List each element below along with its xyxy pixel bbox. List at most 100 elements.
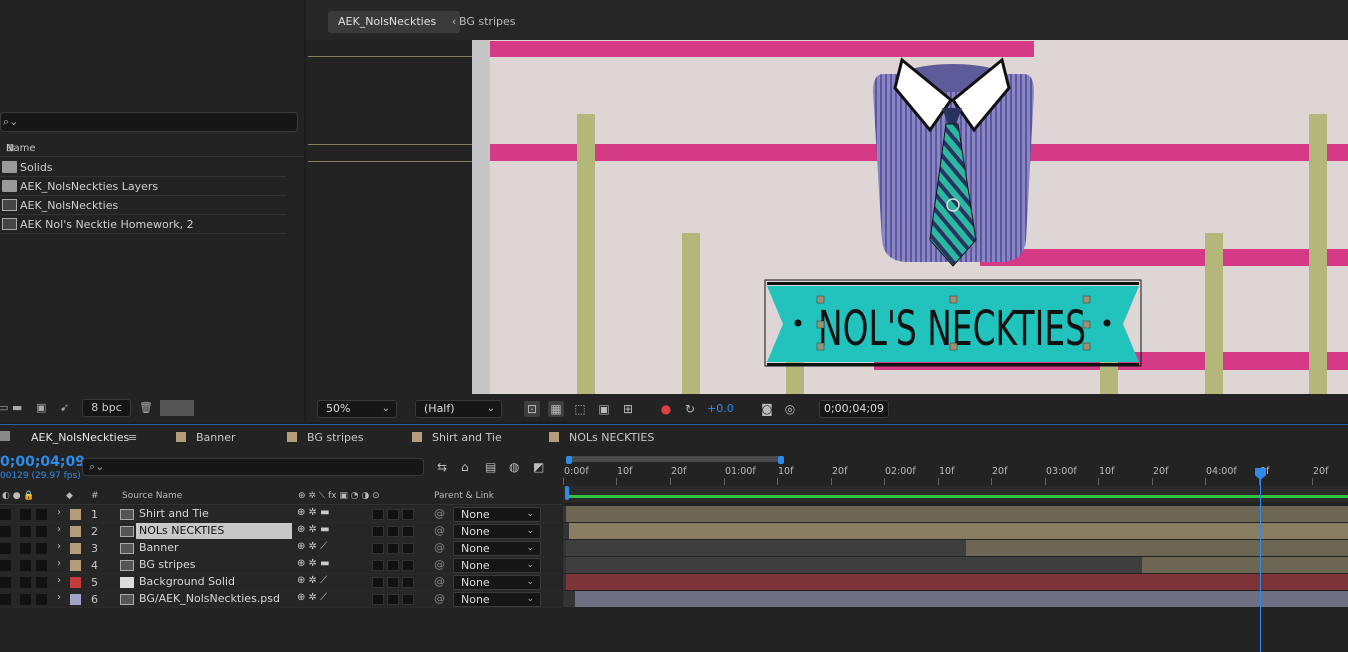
layer-row[interactable]: › 5 Background Solid ⊕ ✲ ⟋ @ None ⌄ (0, 574, 562, 591)
lock-toggle[interactable] (36, 543, 47, 554)
audio-toggle[interactable] (20, 577, 31, 588)
interpret-footage-icon[interactable]: ▭ (0, 401, 8, 414)
switch-box[interactable] (402, 594, 414, 605)
layer-row[interactable]: › 2 NOLs NECKTIES ⊕ ✲ ▬ @ None ⌄ (0, 523, 562, 540)
timeline-tab-active[interactable]: AEK_NolsNeckties (31, 431, 129, 444)
composition-canvas[interactable]: NOL'S NECKTIES (490, 40, 1348, 394)
switch-box[interactable] (372, 594, 384, 605)
label-color-swatch[interactable] (70, 509, 81, 520)
trash-icon[interactable]: 🗑 (139, 401, 153, 414)
switch-box[interactable] (372, 526, 384, 537)
audio-toggle[interactable] (20, 509, 31, 520)
layer-source-name[interactable]: NOLs NECKTIES (136, 523, 292, 539)
label-color-swatch[interactable] (70, 594, 81, 605)
project-item[interactable]: AEK_NolsNeckties Layers (0, 177, 286, 196)
label-color-swatch[interactable] (70, 560, 81, 571)
layer-duration-bar[interactable] (566, 540, 966, 556)
project-search-input[interactable]: ⌕⌄ (0, 112, 298, 132)
parent-dropdown[interactable]: None ⌄ (453, 575, 541, 590)
switch-box[interactable] (402, 543, 414, 554)
parent-dropdown[interactable]: None ⌄ (453, 558, 541, 573)
project-item[interactable]: AEK_NolsNeckties (0, 196, 286, 215)
label-color-swatch[interactable] (70, 543, 81, 554)
layer-row[interactable]: › 3 Banner ⊕ ✲ ⟋ @ None ⌄ (0, 540, 562, 557)
switch-box[interactable] (372, 543, 384, 554)
label-color-swatch[interactable] (70, 577, 81, 588)
switch-box[interactable] (402, 509, 414, 520)
parent-dropdown[interactable]: None ⌄ (453, 592, 541, 607)
channels-icon[interactable]: ● (658, 401, 674, 417)
pick-whip-icon[interactable]: @ (434, 541, 445, 554)
transparency-grid-icon[interactable]: ▦ (548, 401, 564, 417)
label-color-swatch[interactable] (70, 526, 81, 537)
pick-whip-icon[interactable]: @ (434, 558, 445, 571)
timeline-tab-bg-stripes[interactable]: BG stripes (287, 431, 363, 444)
parent-dropdown[interactable]: None ⌄ (453, 507, 541, 522)
switch-box[interactable] (387, 509, 399, 520)
viewer-tab-bg-stripes[interactable]: BG stripes (459, 11, 515, 33)
timeline-current-time[interactable]: 0;00;04;09 (0, 454, 85, 470)
viewer-tab-active[interactable]: AEK_NolsNeckties ‹ (328, 11, 461, 33)
show-snapshot-icon[interactable]: ◎ (782, 401, 798, 417)
layer-source-name[interactable]: Banner (136, 540, 292, 556)
pick-whip-icon[interactable]: @ (434, 524, 445, 537)
motion-blur-icon[interactable]: ◩ (533, 460, 544, 474)
work-area-start-handle[interactable] (566, 456, 572, 464)
layer-source-name[interactable]: Background Solid (136, 574, 292, 590)
layer-switches[interactable]: ⊕ ✲ ▬ (297, 558, 330, 569)
switch-box[interactable] (402, 577, 414, 588)
work-area-bar[interactable] (566, 456, 784, 464)
timeline-search-input[interactable]: ⌕⌄ (82, 458, 424, 476)
lock-toggle[interactable] (36, 560, 47, 571)
timeline-tab-banner[interactable]: Banner (176, 431, 236, 444)
pick-whip-icon[interactable]: @ (434, 592, 445, 605)
video-toggle[interactable] (0, 509, 11, 520)
project-column-header[interactable]: Name ⊞ (0, 141, 304, 157)
layer-duration-bar[interactable] (569, 523, 1348, 539)
layer-row[interactable]: › 4 BG stripes ⊕ ✲ ▬ @ None ⌄ (0, 557, 562, 574)
switch-box[interactable] (387, 526, 399, 537)
chevron-right-icon[interactable]: › (57, 592, 61, 603)
zoom-dropdown[interactable]: 50% ⌄ (317, 400, 397, 418)
layer-source-name[interactable]: Shirt and Tie (136, 506, 292, 522)
lock-toggle[interactable] (36, 577, 47, 588)
lock-toggle[interactable] (36, 594, 47, 605)
column-source-name[interactable]: Source Name (122, 491, 182, 501)
chevron-right-icon[interactable]: › (57, 507, 61, 518)
composition-mini-flowchart-icon[interactable]: ⇆ (437, 460, 447, 474)
layer-duration-bar[interactable] (966, 540, 1348, 556)
layer-switches[interactable]: ⊕ ✲ ▬ (297, 524, 330, 535)
pick-whip-icon[interactable]: @ (434, 575, 445, 588)
project-item[interactable]: AEK Nol's Necktie Homework, 2 (0, 215, 286, 234)
lock-toggle[interactable] (36, 526, 47, 537)
render-queue-icon[interactable]: ➹ (60, 401, 69, 414)
chevron-right-icon[interactable]: › (57, 524, 61, 535)
chevron-left-icon[interactable]: ‹ (452, 11, 456, 33)
layer-source-name[interactable]: BG stripes (136, 557, 292, 573)
parent-dropdown[interactable]: None ⌄ (453, 524, 541, 539)
audio-toggle[interactable] (20, 526, 31, 537)
layer-duration-bar[interactable] (566, 506, 1348, 522)
flowchart-icon[interactable]: ⊞ (6, 143, 300, 154)
switch-box[interactable] (402, 560, 414, 571)
column-parent-link[interactable]: Parent & Link (434, 491, 494, 501)
bit-depth-button[interactable]: 8 bpc (82, 399, 131, 417)
project-item[interactable]: Solids (0, 158, 286, 177)
region-of-interest-icon[interactable]: ▣ (596, 401, 612, 417)
layer-switches[interactable]: ⊕ ✲ ▬ (297, 507, 330, 518)
chevron-right-icon[interactable]: › (57, 558, 61, 569)
layer-row[interactable]: › 1 Shirt and Tie ⊕ ✲ ▬ @ None ⌄ (0, 506, 562, 523)
switch-box[interactable] (402, 526, 414, 537)
video-toggle[interactable] (0, 577, 11, 588)
chevron-right-icon[interactable]: › (57, 575, 61, 586)
fast-preview-icon[interactable]: ⊡ (524, 401, 540, 417)
switch-box[interactable] (372, 577, 384, 588)
guides-icon[interactable]: ⊞ (620, 401, 636, 417)
audio-toggle[interactable] (20, 560, 31, 571)
switch-box[interactable] (387, 543, 399, 554)
switch-box[interactable] (387, 560, 399, 571)
color-swatch[interactable] (160, 400, 194, 416)
time-ruler[interactable]: 0:00f 10f 20f 01:00f 10f 20f 02:00f 10f 20f 03:00… (563, 454, 1348, 486)
resolution-dropdown[interactable]: (Half) ⌄ (415, 400, 502, 418)
video-toggle[interactable] (0, 526, 11, 537)
